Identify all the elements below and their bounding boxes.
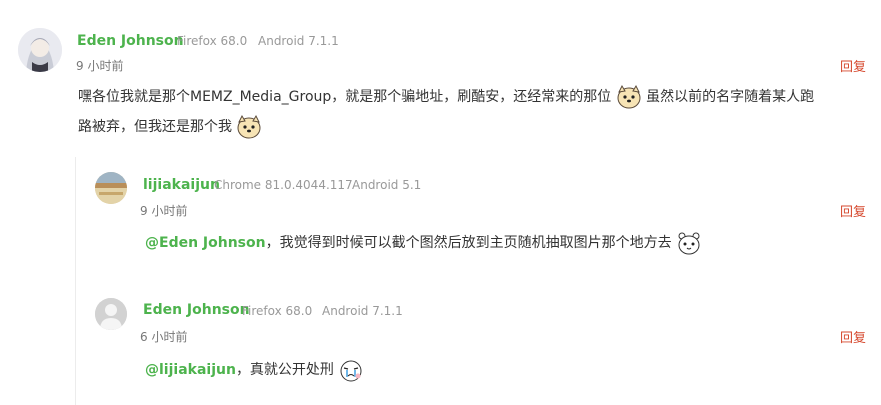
comment-text-part: 路被弃，但我还是那个我 bbox=[78, 119, 232, 135]
os-info: Android 7.1.1 bbox=[258, 34, 339, 48]
dog-face-icon bbox=[236, 114, 262, 140]
browser-info: Chrome 81.0.4044.117 bbox=[214, 178, 353, 192]
os-info: Android 5.1 bbox=[352, 178, 422, 192]
avatar-lijiakaijun[interactable] bbox=[95, 172, 127, 204]
os-info: Android 7.1.1 bbox=[322, 304, 403, 318]
bear-face-icon bbox=[676, 230, 702, 256]
comment-time: 9 小时前 bbox=[140, 204, 188, 218]
comment-text-part: 虽然以前的名字随着某人跑 bbox=[646, 89, 815, 105]
comment-text-part: 嘿各位我就是那个MEMZ_Media_Group，就是那个骗地址，刷酷安，还经常… bbox=[78, 89, 612, 105]
comment-author[interactable]: Eden Johnson bbox=[77, 33, 184, 49]
browser-info: Firefox 68.0 bbox=[242, 304, 313, 318]
reply-button[interactable]: 回复 bbox=[840, 201, 866, 220]
comment-text: @Eden Johnson，我觉得到时候可以截个图然后放到主页随机抽取图片那个地… bbox=[145, 228, 702, 258]
dog-face-icon bbox=[616, 84, 642, 110]
tearful-face-icon bbox=[338, 357, 364, 383]
mention-link[interactable]: @lijiakaijun bbox=[145, 362, 236, 378]
comment-time: 6 小时前 bbox=[140, 330, 188, 344]
comment-text: @lijiakaijun，真就公开处刑 bbox=[145, 355, 364, 385]
avatar-eden-johnson[interactable] bbox=[18, 28, 62, 72]
reply-button[interactable]: 回复 bbox=[840, 327, 866, 346]
comment-text-part: ，真就公开处刑 bbox=[235, 362, 334, 378]
comment-author[interactable]: Eden Johnson bbox=[143, 302, 250, 318]
browser-info: Firefox 68.0 bbox=[177, 34, 248, 48]
comment-text-line2: 路被弃，但我还是那个我 bbox=[78, 112, 262, 142]
reply-thread-line bbox=[75, 157, 76, 405]
avatar-eden-johnson-default[interactable] bbox=[95, 298, 127, 330]
comment-time: 9 小时前 bbox=[76, 59, 124, 73]
reply-button[interactable]: 回复 bbox=[840, 56, 866, 75]
mention-link[interactable]: @Eden Johnson bbox=[145, 235, 266, 251]
comment-text-part: ，我觉得到时候可以截个图然后放到主页随机抽取图片那个地方去 bbox=[265, 235, 672, 251]
comment-text: 嘿各位我就是那个MEMZ_Media_Group，就是那个骗地址，刷酷安，还经常… bbox=[78, 82, 878, 112]
comment-author[interactable]: lijiakaijun bbox=[143, 177, 220, 193]
